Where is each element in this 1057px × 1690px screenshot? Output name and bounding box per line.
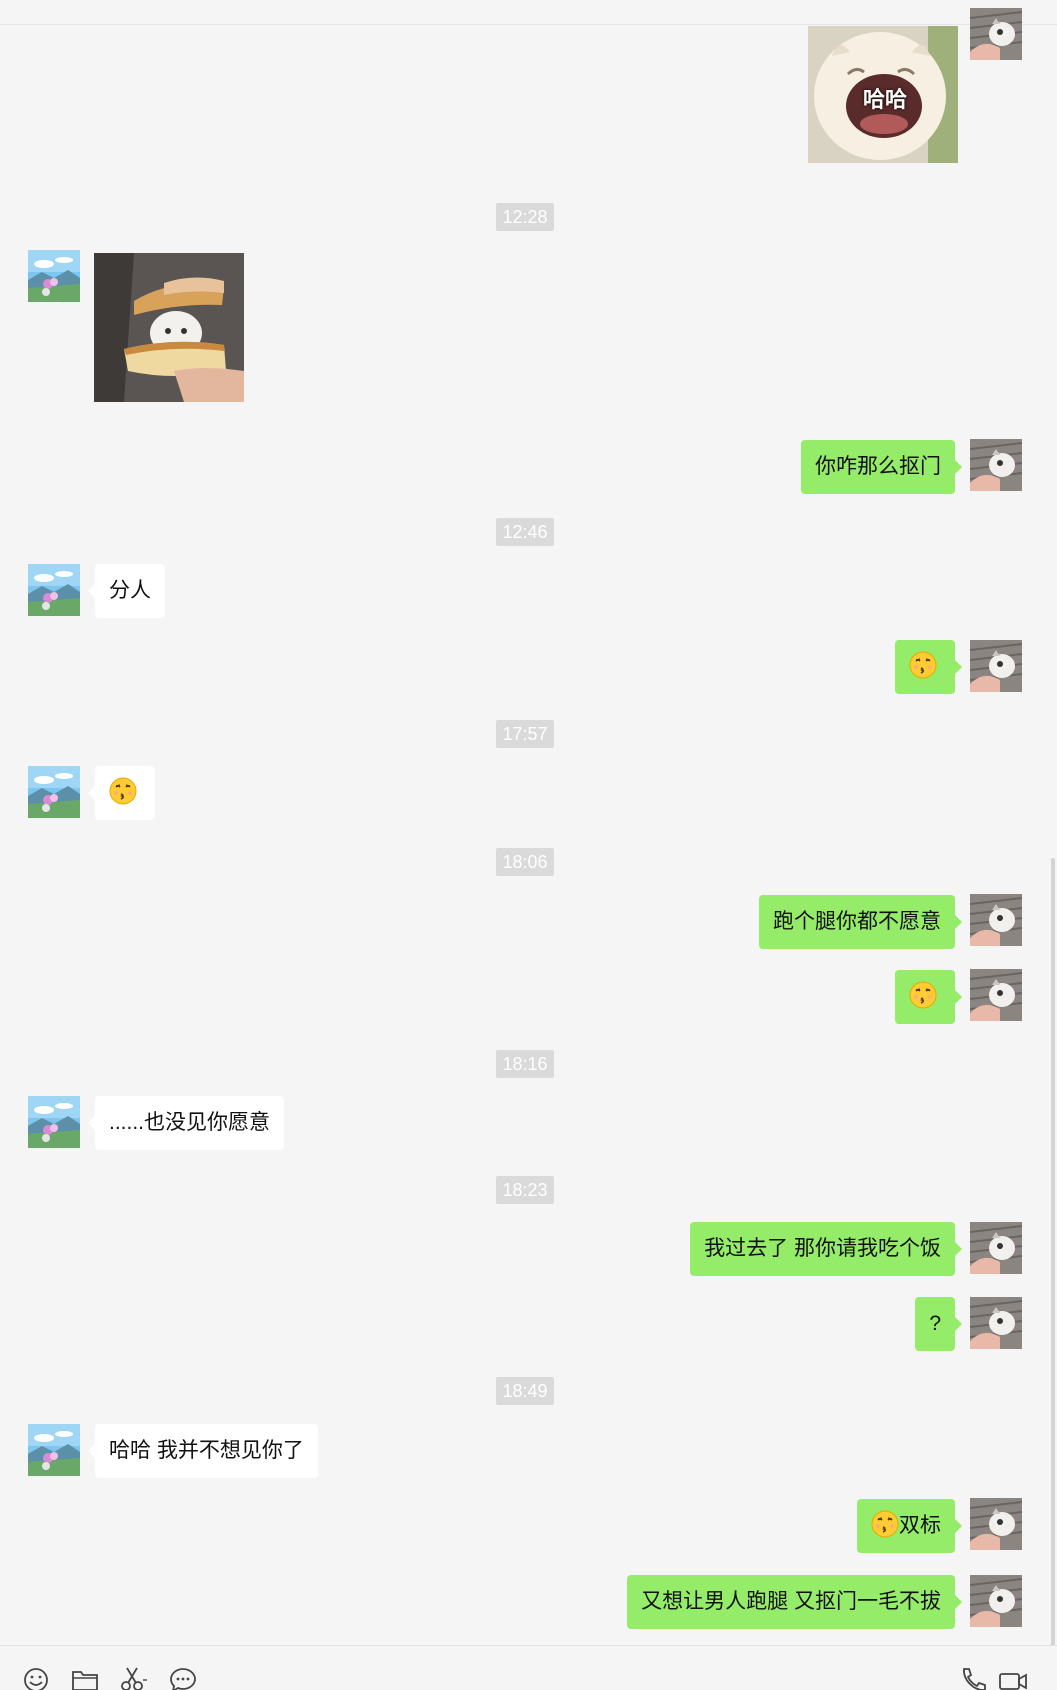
- incoming-message[interactable]: 分人: [88, 564, 165, 618]
- timestamp: 18:06: [496, 848, 554, 876]
- video-icon[interactable]: [998, 1666, 1028, 1690]
- scrollbar[interactable]: [1051, 858, 1055, 1648]
- my-avatar[interactable]: [970, 439, 1022, 491]
- input-toolbar: [0, 1645, 1057, 1690]
- my-avatar[interactable]: [970, 1575, 1022, 1627]
- outgoing-message[interactable]: 又想让男人跑腿 又抠门一毛不拔: [627, 1575, 962, 1629]
- outgoing-message[interactable]: ?: [915, 1297, 962, 1351]
- incoming-message[interactable]: ......也没见你愿意: [87, 1096, 285, 1150]
- timestamp: 18:23: [496, 1176, 554, 1204]
- my-avatar[interactable]: [970, 1498, 1022, 1550]
- contact-avatar[interactable]: [28, 766, 80, 818]
- timestamp: 12:28: [496, 203, 554, 231]
- outgoing-message[interactable]: 你咋那么抠门: [801, 440, 962, 494]
- incoming-message[interactable]: 哈哈 我并不想见你了: [88, 1424, 318, 1478]
- emoji-icon[interactable]: [22, 1666, 52, 1690]
- my-avatar[interactable]: [970, 969, 1022, 1021]
- contact-avatar[interactable]: [28, 1096, 80, 1148]
- my-avatar[interactable]: [970, 640, 1022, 692]
- contact-avatar[interactable]: [28, 564, 80, 616]
- my-avatar[interactable]: [970, 894, 1022, 946]
- sticker-message[interactable]: 哈哈: [808, 26, 958, 163]
- outgoing-emoji-message[interactable]: [895, 970, 962, 1024]
- folder-icon[interactable]: [70, 1666, 100, 1690]
- contact-avatar[interactable]: [28, 1424, 80, 1476]
- kissing-face-icon: [909, 651, 937, 679]
- outgoing-message[interactable]: 我过去了 那你请我吃个饭: [690, 1222, 962, 1276]
- photo-message[interactable]: [94, 253, 244, 402]
- outgoing-message[interactable]: 双标: [857, 1499, 962, 1553]
- my-avatar[interactable]: [970, 1222, 1022, 1274]
- chat-history[interactable]: 哈哈 12:28 你咋那么抠门 12:46 分人 17:57 18:06 跑个腿…: [0, 0, 1057, 1648]
- my-avatar[interactable]: [970, 8, 1022, 60]
- kissing-face-icon: [871, 1510, 899, 1538]
- timestamp: 17:57: [496, 720, 554, 748]
- timestamp: 18:49: [496, 1377, 554, 1405]
- kissing-face-icon: [109, 777, 137, 805]
- scissors-icon[interactable]: [118, 1666, 148, 1690]
- timestamp: 18:16: [496, 1050, 554, 1078]
- my-avatar[interactable]: [970, 1297, 1022, 1349]
- outgoing-emoji-message[interactable]: [895, 640, 962, 694]
- cat-sandwich-image: [94, 253, 244, 402]
- timestamp: 12:46: [496, 518, 554, 546]
- sticker-caption: 哈哈: [863, 87, 908, 112]
- header-divider: [0, 24, 1057, 25]
- chat-bubble-icon[interactable]: [168, 1666, 198, 1690]
- kissing-face-icon: [909, 981, 937, 1009]
- contact-avatar[interactable]: [28, 250, 80, 302]
- phone-icon[interactable]: [958, 1666, 988, 1690]
- incoming-emoji-message[interactable]: [88, 766, 155, 820]
- outgoing-message[interactable]: 跑个腿你都不愿意: [759, 895, 962, 949]
- message-text: 双标: [899, 1514, 941, 1537]
